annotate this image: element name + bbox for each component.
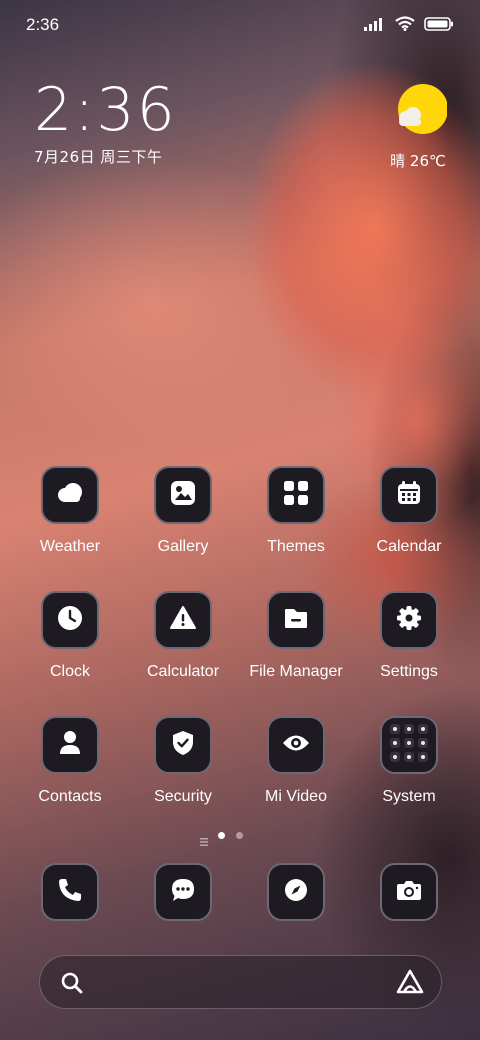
page-dot[interactable] [236, 832, 243, 839]
app-clock[interactable]: Clock [14, 591, 126, 681]
widget-time: 2:36 [34, 75, 177, 145]
page-dot-active[interactable] [218, 832, 225, 839]
app-label: Contacts [38, 788, 102, 805]
mi-video-icon [282, 733, 310, 757]
app-label: Gallery [157, 538, 209, 555]
browser-icon [284, 878, 308, 906]
calendar-icon [396, 480, 422, 510]
app-tile[interactable] [154, 591, 212, 649]
search-bar[interactable] [39, 955, 442, 1009]
app-security[interactable]: Security [127, 716, 239, 806]
app-contacts[interactable]: Contacts [14, 716, 126, 806]
app-label: Calculator [146, 663, 220, 680]
dock-phone[interactable] [14, 863, 126, 921]
status-icons [364, 16, 454, 35]
app-weather[interactable]: Weather [14, 466, 126, 556]
weather-text: 晴 26℃ [390, 152, 446, 170]
signal-icon [364, 16, 386, 35]
dock-camera[interactable] [353, 863, 465, 921]
app-label: File Manager [249, 663, 343, 680]
app-tile[interactable] [154, 466, 212, 524]
clock-widget[interactable]: 2:36 7月26日 周三下午 [34, 78, 177, 167]
app-tile[interactable] [154, 863, 212, 921]
camera-icon [396, 879, 422, 905]
app-file-manager[interactable]: File Manager [240, 591, 352, 681]
weather-widget[interactable]: 晴 26℃ [384, 82, 452, 171]
dock-browser[interactable] [240, 863, 352, 921]
gallery-icon [170, 480, 196, 510]
app-label: System [382, 788, 436, 805]
app-tile[interactable] [41, 466, 99, 524]
app-themes[interactable]: Themes [240, 466, 352, 556]
security-icon [171, 730, 195, 760]
app-label: Weather [39, 538, 101, 555]
status-time: 2:36 [26, 15, 60, 34]
clock-icon [57, 605, 83, 635]
app-tile[interactable] [380, 466, 438, 524]
battery-icon [424, 16, 454, 35]
app-calendar[interactable]: Calendar [353, 466, 465, 556]
app-tile[interactable] [380, 591, 438, 649]
themes-icon [283, 480, 309, 510]
app-label: Settings [380, 663, 438, 680]
weather-icon [56, 482, 84, 508]
system-folder-icon [387, 721, 431, 769]
contacts-icon [58, 730, 82, 760]
app-tile[interactable] [154, 716, 212, 774]
home-screen: 2:36 2:36 7月26日 周三下午 晴 26℃ Weather Galle… [0, 0, 480, 1040]
app-tile[interactable] [380, 863, 438, 921]
app-tile[interactable] [380, 716, 438, 774]
search-icon[interactable] [60, 971, 84, 999]
app-tile[interactable] [267, 716, 325, 774]
dock-messages[interactable] [127, 863, 239, 921]
phone-icon [57, 877, 83, 907]
assistant-icon[interactable] [395, 968, 425, 1000]
app-tile[interactable] [41, 716, 99, 774]
app-tile[interactable] [41, 591, 99, 649]
messages-icon [170, 877, 196, 907]
settings-icon [396, 605, 422, 635]
app-gallery[interactable]: Gallery [127, 466, 239, 556]
page-indicator[interactable] [200, 829, 250, 846]
file-manager-icon [283, 605, 309, 635]
widget-date: 7月26日 周三下午 [34, 148, 163, 166]
app-tile[interactable] [267, 466, 325, 524]
app-tile[interactable] [267, 863, 325, 921]
app-settings[interactable]: Settings [353, 591, 465, 681]
app-label: Security [154, 788, 212, 805]
page-list-icon [200, 831, 208, 850]
app-label: Themes [267, 538, 325, 555]
app-calculator[interactable]: Calculator [127, 591, 239, 681]
sun-cloud-icon [389, 84, 448, 140]
app-tile[interactable] [267, 591, 325, 649]
app-mi-video[interactable]: Mi Video [240, 716, 352, 806]
calculator-icon [169, 605, 197, 635]
status-bar: 2:36 [0, 0, 480, 50]
app-label: Mi Video [265, 788, 327, 805]
app-label: Clock [49, 663, 90, 680]
app-tile[interactable] [41, 863, 99, 921]
app-system-folder[interactable]: System [353, 716, 465, 806]
wifi-icon [395, 16, 415, 35]
app-label: Calendar [376, 538, 442, 555]
